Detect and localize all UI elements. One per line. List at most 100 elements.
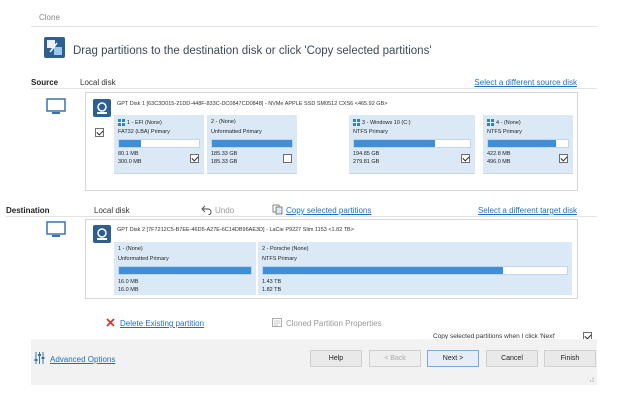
partition-type: FAT32 (LBA) Primary [118,129,170,135]
partition-checkbox[interactable] [559,154,568,163]
partition-total-size: 279.81 GB [353,158,380,165]
partition-usage-bar [118,266,252,275]
properties-icon [272,318,282,327]
partition-total-size: 16.0 MB [118,286,139,293]
destination-disk-panel: GPT Disk 2 [7F7212C5-B7EE-46D5-A27E-6C14… [85,219,578,299]
select-all-checkbox[interactable] [95,128,104,137]
window-title: Clone [39,13,60,22]
partition-sizes: 1.43 TB 1.82 TB [262,279,281,294]
partition-usage-bar [118,139,200,148]
select-source-disk-link[interactable]: Select a different source disk [474,78,577,87]
footer-bar: Advanced Options Help < Back Next > Canc… [31,339,597,385]
windows-logo-icon [118,119,125,126]
partition-name-text: 2 - (None) [211,119,236,125]
partition-type: Unformatted Primary [118,256,169,262]
sliders-icon [34,352,45,364]
partition-checkbox[interactable] [283,154,292,163]
partition-usage-fill [119,267,251,274]
partition-name: 1 - (None) [118,246,143,252]
partition-usage-fill [119,140,142,147]
partition-usage-bar [262,266,568,275]
partition-name-text: 4 - (None) [496,119,521,126]
partition-tile[interactable]: 2 - Porsche (None) NTFS Primary 1.43 TB 1.8… [258,242,572,295]
partition-usage-fill [488,140,556,147]
copy-selected-partitions-link[interactable]: Copy selected partitions [286,206,371,215]
partition-used-size: 194.85 GB [353,151,380,157]
clone-wizard-icon [44,37,65,58]
destination-disk-type: Local disk [94,206,130,215]
partition-type: NTFS Primary [262,256,297,262]
windows-logo-icon [353,119,360,126]
partition-usage-bar [487,139,569,148]
delete-existing-partition-link[interactable]: Delete Existing partition [120,319,204,328]
partition-tile[interactable]: 1 - EFI (None) FAT32 (LBA) Primary 80.1 MB… [114,115,204,174]
partition-checkbox[interactable] [190,154,199,163]
partition-tile[interactable]: 3 - Windows 10 (C:) NTFS Primary 194.85 GB… [349,115,475,174]
disk-icon [93,225,111,243]
cancel-button[interactable]: Cancel [486,350,538,367]
source-disk-panel: GPT Disk 1 [63C3D015-21DD-448F-833C-DC08… [85,92,578,191]
destination-divider [6,216,597,217]
partition-name-text: 1 - (None) [118,246,143,252]
title-divider [31,26,597,27]
partition-checkbox[interactable] [461,154,470,163]
source-disk-info: GPT Disk 1 [63C3D015-21DD-448F-833C-DC08… [117,101,388,107]
computer-icon [46,98,66,114]
partition-usage-fill [212,140,292,147]
partition-tile[interactable]: 2 - (None) Unformatted Primary 185.33 GB 18… [207,115,297,174]
partition-used-size: 80.1 MB [118,151,139,157]
partition-usage-bar [211,139,293,148]
clone-window: Clone Drag partitions to the destination… [6,0,597,385]
partition-total-size: 185.33 GB [211,158,238,165]
source-label: Source [31,78,59,87]
partition-type: NTFS Primary [487,129,522,135]
destination-disk-info: GPT Disk 2 [7F7212C5-B7EE-46D5-A27E-6C14… [117,227,354,233]
partition-total-size: 300.0 MB [118,158,142,165]
partition-used-size: 1.43 TB [262,279,282,285]
destination-label: Destination [6,206,50,215]
partition-name-text: 2 - Porsche (None) [262,246,309,252]
copy-partitions-icon [272,204,283,215]
source-disk-type: Local disk [80,78,116,87]
partition-sizes: 194.85 GB 279.81 GB [353,151,379,166]
partition-sizes: 185.33 GB 185.33 GB [211,151,237,166]
partition-type: Unformatted Primary [211,129,262,135]
partition-tile[interactable]: 1 - (None) Unformatted Primary 16.0 MB 16.0… [114,242,256,295]
partition-used-size: 185.33 GB [211,151,238,157]
partition-name-text: 3 - Windows 10 (C:) [362,119,411,126]
partition-type: NTFS Primary [353,129,388,135]
partition-name: 2 - Porsche (None) [262,246,308,252]
disk-icon [93,99,111,117]
computer-icon [46,221,66,237]
windows-logo-icon [487,119,494,126]
select-target-disk-link[interactable]: Select a different target disk [478,206,577,215]
next-button[interactable]: Next > [427,350,479,367]
source-divider [31,88,597,89]
partition-name: 1 - EFI (None) [118,119,162,126]
help-button[interactable]: Help [310,350,362,367]
partition-total-size: 1.82 TB [262,286,282,293]
partition-sizes: 16.0 MB 16.0 MB [118,279,138,294]
partition-tile[interactable]: 4 - (None) NTFS Primary 422.8 MB 496.0 MB [483,115,573,174]
header-instruction: Drag partitions to the destination disk … [73,45,432,57]
partition-name: 3 - Windows 10 (C:) [353,119,411,126]
partition-name-text: 1 - EFI (None) [127,119,162,126]
back-button[interactable]: < Back [369,350,421,367]
partition-used-size: 16.0 MB [118,279,139,285]
partition-usage-fill [263,267,504,274]
finish-button[interactable]: Finish [544,350,596,367]
partition-usage-bar [353,139,471,148]
undo-button[interactable]: Undo [215,206,234,215]
partition-usage-fill [354,140,436,147]
partition-name: 4 - (None) [487,119,521,126]
delete-x-icon [106,318,115,327]
partition-name: 2 - (None) [211,119,236,125]
advanced-options-link[interactable]: Advanced Options [50,355,115,364]
partition-sizes: 80.1 MB 300.0 MB [118,151,142,166]
resize-grip-icon[interactable] [588,376,594,382]
partition-total-size: 496.0 MB [487,158,511,165]
undo-icon [201,205,212,215]
partition-used-size: 422.8 MB [487,151,511,157]
partition-sizes: 422.8 MB 496.0 MB [487,151,511,166]
cloned-partition-properties: Cloned Partition Properties [286,319,382,328]
